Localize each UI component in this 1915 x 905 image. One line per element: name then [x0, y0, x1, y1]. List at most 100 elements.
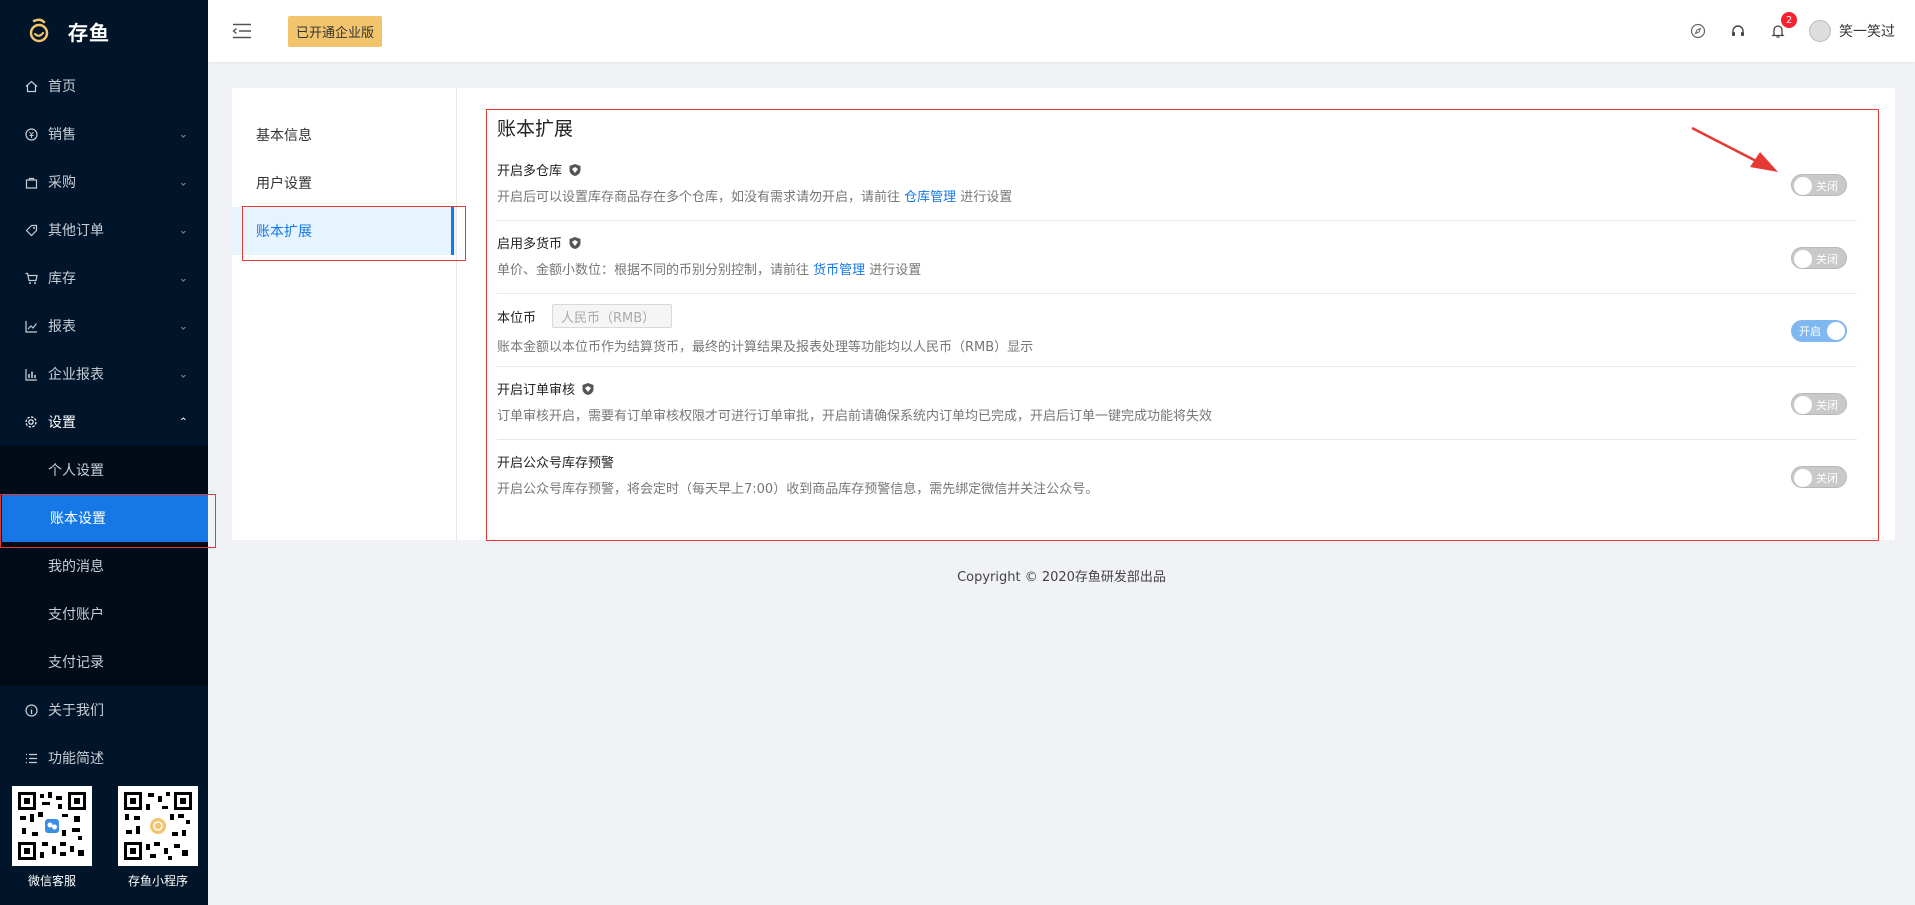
tab-user-settings[interactable]: 用户设置	[232, 159, 456, 207]
switch-knob	[1794, 250, 1812, 268]
sidebar-item-about[interactable]: 关于我们	[0, 686, 208, 734]
setting-title: 开启订单审核	[497, 379, 595, 398]
setting-row-multi-currency: 启用多货币 单价、金额小数位：根据不同的币别分别控制，请前往 货币管理 进行设置…	[497, 221, 1857, 294]
list-icon	[24, 751, 38, 765]
setting-title-text: 开启公众号库存预警	[497, 456, 615, 471]
qr-wechat-service: 微信客服	[12, 786, 92, 889]
currency-management-link[interactable]: 货币管理	[813, 263, 865, 278]
qr-miniprogram: 存鱼小程序	[118, 786, 198, 889]
qr-label: 存鱼小程序	[127, 874, 188, 888]
sidebar-item-purchase[interactable]: 采购 ⌄	[0, 158, 208, 206]
sidebar-item-other-orders[interactable]: 其他订单 ⌄	[0, 206, 208, 254]
sidebar-item-home[interactable]: 首页	[0, 62, 208, 110]
app-name: 存鱼	[68, 20, 110, 45]
setting-title: 开启多仓库	[497, 160, 582, 179]
menu-fold-icon[interactable]	[232, 23, 252, 39]
switch-label: 关闭	[1816, 472, 1838, 485]
tab-label: 基本信息	[256, 128, 312, 144]
setting-description: 订单审核开启，需要有订单审核权限才可进行订单审批，开启前请确保系统内订单均已完成…	[497, 409, 1213, 424]
setting-row-order-review: 开启订单审核 订单审核开启，需要有订单审核权限才可进行订单审批，开启前请确保系统…	[497, 367, 1857, 440]
enterprise-edition-badge[interactable]: 已开通企业版	[288, 15, 383, 47]
switch-knob	[1794, 469, 1812, 487]
sidebar-item-my-messages[interactable]: 我的消息	[0, 542, 208, 590]
line-chart-icon	[24, 319, 38, 333]
sidebar-item-label: 销售	[48, 127, 76, 143]
sidebar-item-reports[interactable]: 报表 ⌄	[0, 302, 208, 350]
sidebar-item-label: 报表	[48, 319, 76, 335]
home-icon	[24, 79, 38, 93]
base-currency-toggle[interactable]: 开启	[1791, 320, 1847, 342]
sidebar-item-label: 设置	[48, 415, 76, 431]
switch-label: 关闭	[1816, 399, 1838, 412]
headset-icon[interactable]	[1729, 22, 1747, 40]
setting-description: 单价、金额小数位：根据不同的币别分别控制，请前往 货币管理 进行设置	[497, 259, 921, 278]
bar-chart-icon	[24, 367, 38, 381]
user-menu[interactable]: 笑一笑过	[1809, 20, 1895, 42]
desc-text: 进行设置	[956, 190, 1013, 205]
sidebar-item-enterprise-reports[interactable]: 企业报表 ⌄	[0, 350, 208, 398]
bell-icon[interactable]: 2	[1769, 12, 1797, 40]
tag-icon	[24, 223, 38, 237]
sidebar-item-label: 其他订单	[48, 223, 104, 239]
qr-label: 微信客服	[27, 874, 76, 888]
footer-copyright: Copyright © 2020存鱼研发部出品	[957, 570, 1166, 585]
sidebar-item-payment-account[interactable]: 支付账户	[0, 590, 208, 638]
tab-ledger-extension[interactable]: 账本扩展	[232, 207, 456, 255]
vip-shield-icon	[569, 236, 581, 249]
setting-title: 开启公众号库存预警	[497, 452, 614, 471]
tab-label: 用户设置	[256, 176, 312, 192]
setting-description: 账本金额以本位币作为结算货币，最终的计算结果及报表处理等功能均以人民币（RMB）…	[497, 340, 1034, 355]
info-icon	[24, 703, 38, 717]
chevron-down-icon: ⌄	[178, 127, 188, 141]
desc-text: 进行设置	[865, 263, 922, 278]
ledger-extension-panel: 账本扩展 开启多仓库 开启后可以设置库存商品存在多个仓库，如没有需求请勿开启，请…	[486, 109, 1879, 541]
sidebar-item-inventory[interactable]: 库存 ⌄	[0, 254, 208, 302]
setting-row-multi-warehouse: 开启多仓库 开启后可以设置库存商品存在多个仓库，如没有需求请勿开启，请前往 仓库…	[497, 148, 1857, 221]
sidebar-item-label: 采购	[48, 175, 76, 191]
warehouse-management-link[interactable]: 仓库管理	[904, 190, 956, 205]
sidebar-item-personal-settings[interactable]: 个人设置	[0, 446, 208, 494]
sidebar-item-features[interactable]: 功能简述	[0, 734, 208, 782]
setting-title: 本位币	[497, 304, 673, 328]
cart-icon	[24, 271, 38, 285]
sidebar-item-label: 首页	[48, 79, 76, 95]
sidebar-item-label: 关于我们	[48, 703, 104, 719]
setting-title: 启用多货币	[497, 233, 582, 252]
sidebar-item-ledger-settings[interactable]: 账本设置	[2, 494, 208, 542]
sidebar-item-label: 个人设置	[48, 463, 104, 479]
sidebar-item-label: 我的消息	[48, 559, 104, 575]
top-header: 已开通企业版 2 笑一笑过	[208, 0, 1915, 62]
tab-basic-info[interactable]: 基本信息	[232, 111, 456, 159]
qr-code-image	[12, 786, 92, 866]
username: 笑一笑过	[1839, 24, 1895, 40]
setting-title-text: 开启多仓库	[497, 164, 563, 179]
setting-row-stock-alert: 开启公众号库存预警 开启公众号库存预警，将会定时（每天早上7:00）收到商品库存…	[497, 440, 1857, 513]
desc-text: 单价、金额小数位：根据不同的币别分别控制，请前往	[497, 263, 814, 278]
sidebar-item-label: 支付记录	[48, 655, 104, 671]
setting-title-text: 本位币	[497, 310, 537, 326]
sidebar-item-label: 企业报表	[48, 367, 104, 383]
sidebar-item-settings[interactable]: 设置 ⌃	[0, 398, 208, 446]
stock-alert-toggle[interactable]: 关闭	[1791, 466, 1847, 488]
vip-shield-icon	[582, 382, 594, 395]
multi-warehouse-toggle[interactable]: 关闭	[1791, 174, 1847, 196]
qr-codes: 微信客服 存鱼小程序	[12, 786, 198, 889]
chevron-down-icon: ⌄	[178, 223, 188, 237]
sidebar-item-sales[interactable]: 销售 ⌄	[0, 110, 208, 158]
desc-text: 开启后可以设置库存商品存在多个仓库，如没有需求请勿开启，请前往	[497, 190, 905, 205]
vip-shield-icon	[569, 163, 581, 176]
setting-description: 开启后可以设置库存商品存在多个仓库，如没有需求请勿开启，请前往 仓库管理 进行设…	[497, 186, 1012, 205]
money-icon	[24, 127, 38, 141]
chevron-down-icon: ⌄	[178, 175, 188, 189]
order-review-toggle[interactable]: 关闭	[1791, 393, 1847, 415]
fish-logo-icon	[29, 18, 49, 43]
qr-code-image	[118, 786, 198, 866]
compass-icon[interactable]	[1689, 22, 1707, 40]
sidebar-item-label: 功能简述	[48, 751, 104, 767]
header-actions: 2 笑一笑过	[1689, 0, 1895, 62]
switch-knob	[1794, 396, 1812, 414]
multi-currency-toggle[interactable]: 关闭	[1791, 247, 1847, 269]
app-logo[interactable]: 存鱼	[0, 0, 208, 62]
setting-title-text: 开启订单审核	[497, 383, 576, 398]
sidebar-item-payment-records[interactable]: 支付记录	[0, 638, 208, 686]
